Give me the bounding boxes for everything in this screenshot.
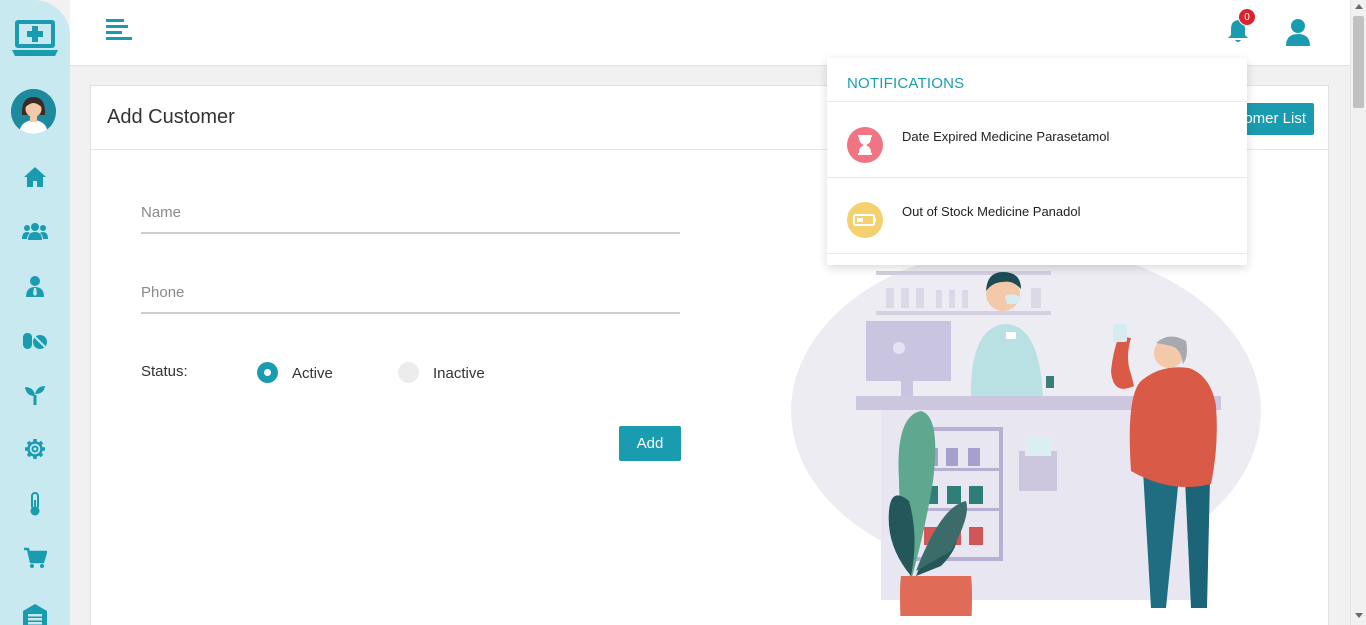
laptop-medical-logo-icon[interactable]: [12, 18, 58, 58]
topbar: 0: [70, 0, 1350, 66]
avatar[interactable]: [11, 89, 56, 134]
notification-count-badge: 0: [1238, 8, 1256, 26]
scroll-thumb[interactable]: [1353, 16, 1364, 108]
page-title: Add Customer: [107, 106, 235, 128]
add-button[interactable]: Add: [619, 426, 681, 461]
name-field: [141, 194, 680, 234]
warehouse-icon[interactable]: [22, 601, 48, 625]
user-tie-icon[interactable]: [22, 273, 48, 299]
status-inactive-radio[interactable]: [398, 362, 419, 383]
home-icon[interactable]: [22, 164, 48, 190]
status-inactive-label[interactable]: Inactive: [433, 365, 485, 382]
notifications-title: NOTIFICATIONS: [847, 75, 965, 92]
sidebar: [0, 0, 70, 625]
page-scrollbar[interactable]: [1350, 0, 1366, 625]
phone-field: [141, 274, 680, 314]
status-active-label[interactable]: Active: [292, 365, 333, 382]
scroll-down-arrow-icon[interactable]: [1355, 613, 1363, 618]
notifications-dropdown: NOTIFICATIONS Date Expired Medicine Para…: [827, 58, 1247, 265]
cart-icon[interactable]: [22, 545, 48, 571]
notification-text: Date Expired Medicine Parasetamol: [902, 129, 1110, 144]
pills-icon[interactable]: [22, 327, 48, 353]
users-icon[interactable]: [22, 218, 48, 244]
gear-icon[interactable]: [22, 436, 48, 462]
divider: [827, 253, 1247, 254]
notification-text: Out of Stock Medicine Panadol: [902, 204, 1081, 219]
battery-low-icon: [847, 202, 883, 238]
user-profile-icon[interactable]: [1286, 18, 1310, 46]
scroll-up-arrow-icon[interactable]: [1355, 4, 1363, 9]
pharmacy-illustration: [791, 246, 1261, 616]
divider: [827, 101, 1247, 102]
name-input[interactable]: [141, 194, 680, 230]
thermometer-icon[interactable]: [22, 491, 48, 517]
hourglass-icon: [847, 127, 883, 163]
seedling-icon[interactable]: [22, 382, 48, 408]
notification-item-expired[interactable]: Date Expired Medicine Parasetamol: [827, 103, 1247, 177]
menu-toggle-icon[interactable]: [106, 18, 132, 42]
status-active-radio[interactable]: [257, 362, 278, 383]
status-label: Status:: [141, 363, 188, 380]
phone-input[interactable]: [141, 274, 680, 310]
notification-item-out-of-stock[interactable]: Out of Stock Medicine Panadol: [827, 178, 1247, 252]
